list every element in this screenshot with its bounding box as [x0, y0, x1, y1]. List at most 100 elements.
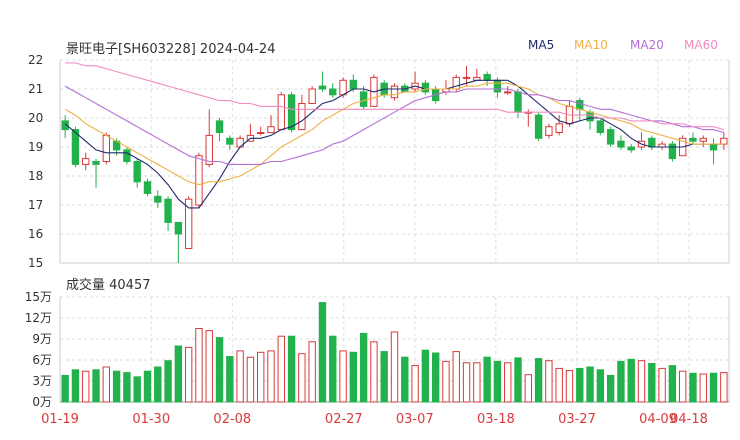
- volume-bar: [246, 356, 255, 403]
- volume-bar: [277, 335, 285, 403]
- candle-down: [483, 74, 491, 81]
- volume-bar: [442, 360, 450, 403]
- candle-up: [720, 137, 728, 145]
- volume-bar: [174, 345, 183, 403]
- volume-bar: [236, 350, 244, 403]
- volume-bar: [133, 376, 141, 403]
- volume-bar: [226, 356, 234, 403]
- volume-bar: [318, 302, 327, 403]
- candle-up: [504, 91, 512, 94]
- candle-down: [226, 137, 234, 145]
- candle-up: [555, 123, 563, 134]
- volume-bar: [627, 358, 635, 403]
- volume-bar: [82, 370, 90, 403]
- volume-bar: [678, 370, 687, 403]
- candle-down: [174, 221, 183, 235]
- candle-down: [421, 82, 430, 93]
- candle-up: [82, 158, 90, 165]
- volume-bar: [195, 328, 203, 403]
- candle-up: [699, 137, 707, 142]
- volume-bar: [257, 351, 265, 403]
- candle-down: [596, 120, 605, 134]
- volume-bar: [648, 363, 656, 403]
- volume-bar: [102, 366, 111, 403]
- volume-bar: [143, 370, 152, 403]
- volume-bar: [308, 341, 316, 403]
- volume-bar: [71, 369, 80, 403]
- candle-down: [143, 181, 152, 194]
- volume-bar: [421, 349, 430, 403]
- volume-bar: [596, 369, 605, 403]
- date-tick-label: 03-07: [396, 412, 434, 427]
- volume-bar: [431, 352, 440, 403]
- volume-bar: [298, 353, 306, 403]
- candle-up: [545, 126, 553, 136]
- candle-down: [92, 161, 100, 165]
- candle-down: [318, 85, 327, 90]
- volume-bar: [339, 350, 347, 403]
- price-tick-label: 18: [28, 169, 43, 183]
- candle-down: [359, 91, 368, 107]
- price-tick-label: 16: [28, 227, 43, 241]
- volume-bar: [411, 365, 419, 403]
- candlestick-chart: 22 21 20 19 18 17 16 15 01-19 01-30 02-08 02-27 03-0…: [25, 53, 730, 427]
- volume-bar: [370, 341, 378, 403]
- price-tick-label: 17: [28, 198, 43, 212]
- candle-down: [329, 88, 337, 96]
- volume-bar: [452, 351, 460, 403]
- volume-bar: [329, 335, 337, 403]
- volume-bar: [709, 372, 718, 403]
- volume-bar: [689, 372, 697, 403]
- volume-bar: [720, 372, 728, 403]
- volume-bar: [349, 351, 358, 403]
- candle-down: [514, 91, 522, 113]
- candle-down: [123, 149, 131, 162]
- volume-bar: [504, 362, 512, 403]
- date-tick-label: 02-08: [213, 412, 251, 427]
- candle-down: [287, 94, 296, 131]
- volume-bar: [205, 330, 213, 403]
- candle-down: [627, 146, 635, 151]
- volume-bar: [184, 346, 193, 403]
- volume-bar: [514, 357, 522, 403]
- volume-bar: [586, 366, 594, 403]
- volume-bar: [565, 370, 574, 403]
- candle-down: [709, 143, 718, 151]
- volume-bar: [92, 369, 100, 403]
- volume-bar: [473, 362, 481, 403]
- volume-bar: [215, 337, 224, 403]
- candle-up: [339, 79, 347, 96]
- price-tick-label: 15: [28, 256, 43, 270]
- volume-bar: [524, 374, 532, 403]
- volume-bar: [668, 365, 677, 403]
- candle-down: [576, 100, 584, 110]
- candle-down: [493, 79, 502, 93]
- volume-bar: [123, 372, 131, 403]
- volume-bar: [658, 367, 666, 403]
- volume-bar: [606, 374, 615, 403]
- volume-bar: [380, 351, 388, 403]
- candle-down: [534, 114, 543, 139]
- stock-chart-widget: { "header": { "title": "景旺电子[SH603228] 2…: [0, 0, 740, 440]
- price-tick-label: 21: [28, 82, 43, 96]
- candle-down: [586, 111, 594, 122]
- price-tick-label: 19: [28, 140, 43, 154]
- volume-tick-label: 3万: [32, 374, 52, 388]
- date-tick-label: 03-18: [477, 412, 515, 427]
- volume-bar: [555, 367, 563, 403]
- candle-up: [390, 85, 399, 99]
- candle-down: [164, 198, 172, 223]
- candle-down: [689, 137, 697, 142]
- volume-bar: [576, 367, 584, 403]
- candle-up: [102, 134, 111, 162]
- candle-up: [257, 132, 265, 134]
- volume-bar: [390, 331, 399, 403]
- volume-bar: [359, 332, 368, 403]
- date-tick-label: 04-18: [670, 412, 708, 427]
- volume-tick-label: 0万: [32, 395, 52, 409]
- candle-down: [648, 137, 656, 148]
- candle-up: [277, 94, 285, 131]
- price-tick-label: 20: [28, 111, 43, 125]
- candle-down: [606, 129, 615, 145]
- volume-bar: [637, 360, 646, 403]
